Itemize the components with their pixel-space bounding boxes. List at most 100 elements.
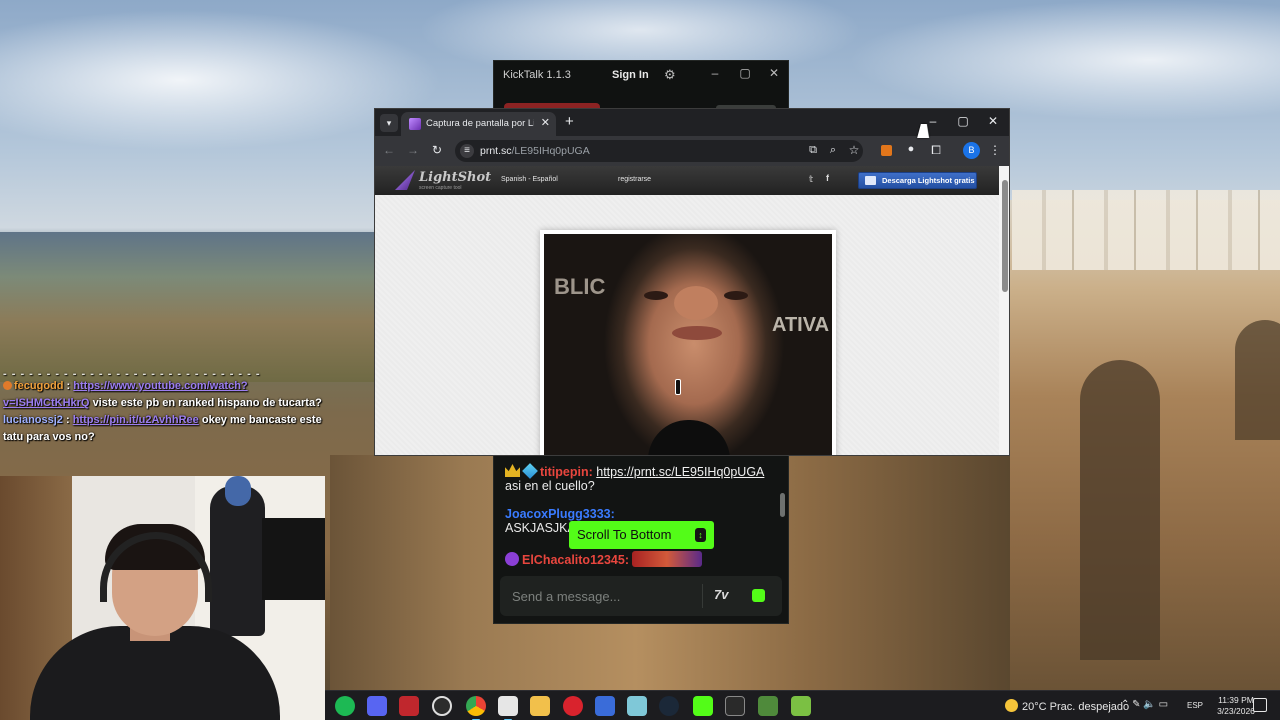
subscriber-badge-icon	[505, 552, 519, 566]
star-icon[interactable]: ☆	[846, 143, 862, 157]
discord-icon[interactable]	[367, 696, 387, 716]
kick-icon[interactable]	[693, 696, 713, 716]
new-tab-icon[interactable]: +	[565, 113, 574, 130]
extension-icon[interactable]: ●	[903, 143, 919, 155]
text-cursor-mark	[675, 379, 681, 395]
tune-icon[interactable]: ≡	[460, 144, 474, 158]
overlay-separator: - - - - - - - - - - - - - - - - - - - - …	[3, 368, 261, 380]
address-bar[interactable]: ≡ prnt.sc/LE95IHq0pUGA ⧉ ⌕ ☆	[455, 140, 863, 162]
overlay-message: fecugodd : https://www.youtube.com/watch…	[3, 378, 327, 395]
language-selector[interactable]: Spanish - Español	[501, 176, 558, 183]
obs-icon[interactable]	[432, 696, 452, 716]
profile-avatar[interactable]: B	[963, 142, 980, 159]
chrome-icon[interactable]	[466, 696, 486, 720]
app-teal-icon[interactable]	[627, 696, 647, 716]
kicktalk-chat-panel: titipepin: https://prnt.sc/LE95IHq0pUGA …	[493, 455, 789, 624]
url-path: /LE95IHq0pUGA	[511, 145, 590, 157]
chat-message: ElChacalito12345:	[505, 551, 775, 567]
overlay-message: v=ISHMCtKHkrQ viste este pb en ranked hi…	[3, 395, 327, 412]
maximize-icon[interactable]: ▢	[736, 66, 754, 80]
chat-input-box: 7v	[500, 576, 782, 616]
voicemeeter-icon[interactable]	[399, 696, 419, 716]
page-scrollbar-thumb[interactable]	[1002, 180, 1008, 292]
input-language[interactable]: ESP	[1187, 701, 1203, 710]
url-host: prnt.sc	[480, 145, 512, 157]
page-scrollbar[interactable]	[999, 166, 1009, 455]
overlay-separator-colon: :	[62, 414, 73, 426]
register-link[interactable]: registrarse	[618, 176, 651, 183]
overlay-chat: - - - - - - - - - - - - - - - - - - - - …	[0, 368, 330, 475]
lightshot-favicon-icon	[409, 118, 421, 130]
chat-username[interactable]: titipepin:	[540, 465, 593, 479]
overlay-username: lucianossj2	[3, 414, 63, 426]
scroll-to-bottom-button[interactable]: Scroll To Bottom ↕	[569, 521, 714, 549]
metamask-extension-icon[interactable]	[881, 145, 892, 156]
twitter-icon[interactable]: 𝕥	[809, 174, 813, 185]
weather-desc: Prac. despejado	[1049, 701, 1130, 713]
face-eye-left	[644, 291, 668, 300]
screenshot-image[interactable]: BLIC ATIVA	[544, 234, 832, 455]
browser-tab[interactable]: Captura de pantalla por Lightshot ✕	[401, 112, 556, 136]
url-text[interactable]: prnt.sc/LE95IHq0pUGA	[480, 145, 590, 157]
kebab-menu-icon[interactable]: ⋮	[987, 143, 1003, 157]
close-icon[interactable]: ✕	[983, 114, 1003, 128]
kick-emote-icon[interactable]	[752, 589, 765, 602]
minimize-icon[interactable]: –	[706, 66, 724, 80]
download-button-label: Descarga Lightshot gratis	[882, 176, 975, 185]
kicktalk-app-title: KickTalk 1.1.3	[503, 69, 571, 81]
back-arrow-icon[interactable]: ←	[381, 143, 397, 157]
forward-arrow-icon[interactable]: →	[405, 143, 421, 157]
tab-search-icon[interactable]: ▾	[380, 114, 398, 132]
file-explorer-icon[interactable]	[530, 696, 550, 716]
puzzle-icon[interactable]: ⧠	[928, 143, 944, 158]
overlay-link: v=ISHMCtKHkrQ	[3, 397, 90, 409]
epic-games-icon[interactable]	[725, 696, 745, 716]
minecraft-launcher-icon[interactable]	[758, 696, 778, 716]
download-lightshot-button[interactable]: Descarga Lightshot gratis	[858, 172, 977, 189]
facebook-icon[interactable]: f	[826, 173, 829, 183]
kicktalk-icon[interactable]	[498, 696, 518, 720]
tab-strip: ▾ Captura de pantalla por Lightshot ✕ + …	[375, 109, 1009, 136]
overlay-link: https://pin.it/u2AvhhRee	[72, 414, 199, 426]
weather-widget[interactable]: 20°C Prac. despejado	[1005, 699, 1129, 713]
chat-message-input[interactable]	[500, 576, 700, 616]
web-page: LightShot screen capture tool Spanish - …	[375, 166, 1009, 455]
overlay-separator-colon: :	[63, 380, 74, 392]
screenshot-frame: BLIC ATIVA	[540, 230, 836, 455]
arrow-down-icon: ↕	[695, 528, 706, 542]
chat-username[interactable]: ElChacalito12345:	[522, 553, 629, 567]
close-icon[interactable]: ✕	[765, 66, 783, 80]
seventv-emote-button[interactable]: 7v	[714, 587, 728, 602]
browser-toolbar: ← → ↻ ≡ prnt.sc/LE95IHq0pUGA ⧉ ⌕ ☆ ● ⧠ B…	[375, 136, 1009, 166]
speaker-icon[interactable]: 🔈	[1143, 699, 1155, 710]
notification-icon[interactable]	[1253, 698, 1267, 712]
maximize-icon[interactable]: ▢	[953, 114, 973, 128]
install-app-icon[interactable]: ⧉	[805, 144, 821, 157]
gear-icon[interactable]: ⚙	[664, 67, 676, 83]
face-lips	[672, 326, 722, 340]
lightshot-brand[interactable]: LightShot	[419, 170, 491, 185]
chat-link[interactable]: https://prnt.sc/LE95IHq0pUGA	[596, 465, 764, 479]
reload-icon[interactable]: ↻	[429, 143, 445, 157]
overlay-username: fecugodd	[14, 380, 64, 392]
overlay-link: https://www.youtube.com/watch?	[73, 380, 248, 392]
feather-logo-icon[interactable]	[395, 170, 415, 190]
system-tray[interactable]: ⌃ ✎ 🔈 ▭	[1121, 699, 1168, 710]
lightshot-tagline: screen capture tool	[419, 185, 462, 191]
battery-icon[interactable]: ▭	[1159, 699, 1168, 710]
lightshot-header: LightShot screen capture tool Spanish - …	[375, 166, 999, 195]
steam-icon[interactable]	[659, 696, 679, 716]
chevron-up-icon[interactable]: ⌃	[1121, 699, 1129, 710]
pen-icon[interactable]: ✎	[1132, 699, 1140, 710]
app-blue-icon[interactable]	[595, 696, 615, 716]
weather-temp: 20°C	[1022, 701, 1047, 713]
zoom-icon[interactable]: ⌕	[825, 144, 841, 157]
chat-username[interactable]: JoacoxPlugg3333:	[505, 507, 615, 521]
opera-icon[interactable]	[563, 696, 583, 716]
close-icon[interactable]: ✕	[541, 116, 550, 129]
chat-scrollbar[interactable]	[780, 493, 785, 517]
sign-in-button[interactable]: Sign In	[612, 69, 649, 81]
spotify-icon[interactable]	[335, 696, 355, 716]
kicktalk-titlebar: KickTalk 1.1.3 Sign In ⚙ – ▢ ✕	[493, 60, 789, 111]
minecraft-icon[interactable]	[791, 696, 811, 716]
